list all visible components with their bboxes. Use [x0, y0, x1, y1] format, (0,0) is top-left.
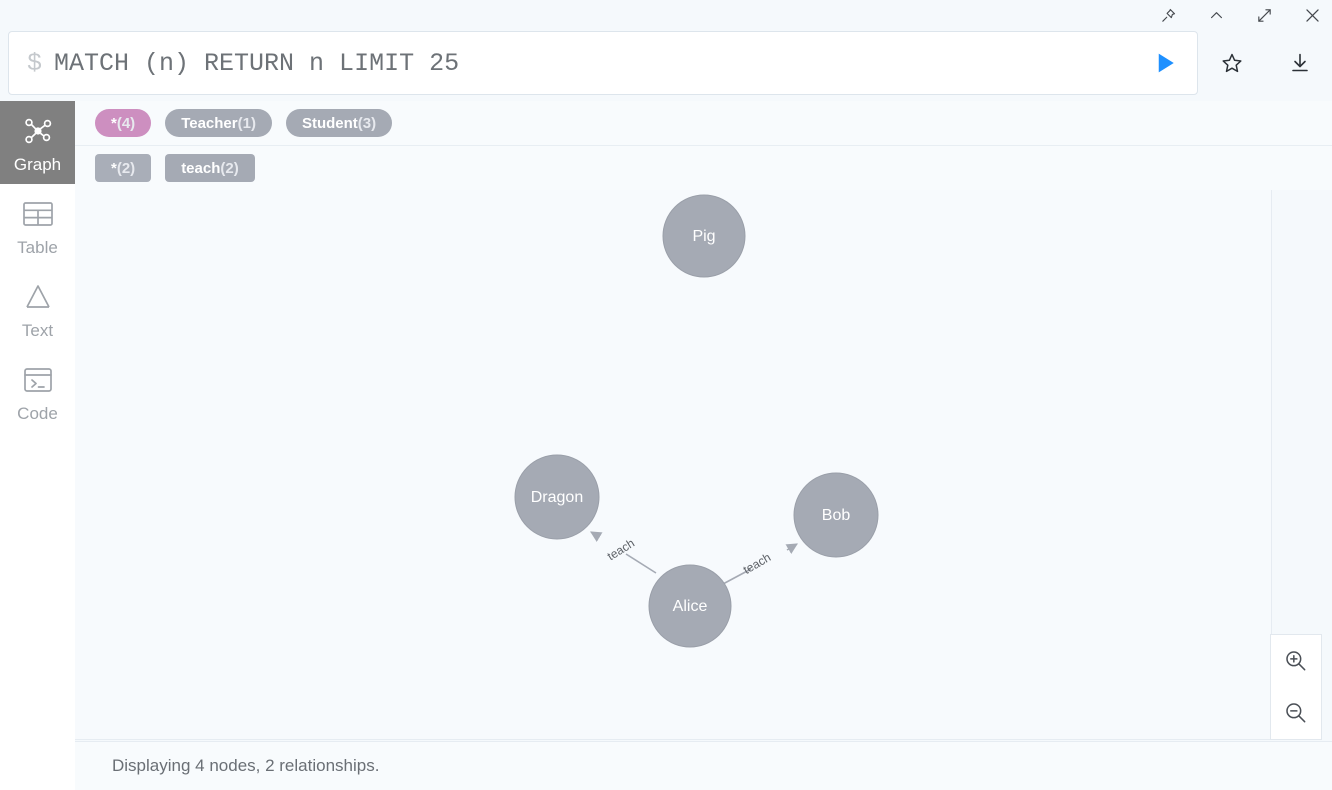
query-prompt: $: [27, 48, 43, 78]
zoom-in-icon[interactable]: [1271, 635, 1321, 687]
chip-count: (2): [116, 159, 136, 177]
sidebar-item-graph[interactable]: Graph: [0, 101, 75, 184]
chip-node-student[interactable]: Student (3): [285, 109, 393, 137]
code-icon: [21, 361, 55, 399]
chip-label: teach: [181, 159, 221, 177]
edge-label: teach: [605, 536, 637, 563]
view-sidebar: Graph Table Text Code: [0, 101, 75, 790]
status-bar: Displaying 4 nodes, 2 relationships.: [75, 741, 1332, 790]
edge-alice-dragon[interactable]: teach: [590, 531, 657, 574]
chevron-up-icon[interactable]: [1204, 3, 1228, 27]
chip-count: (2): [220, 159, 239, 177]
chip-count: (1): [237, 114, 256, 132]
graph-node-alice[interactable]: Alice: [648, 564, 732, 648]
node-label-chip-row: * (4) Teacher (1) Student (3): [75, 101, 1332, 145]
window-controls: [1156, 0, 1324, 30]
chip-rel-teach[interactable]: teach (2): [165, 154, 255, 182]
zoom-out-icon[interactable]: [1271, 687, 1321, 739]
zoom-controls: [1270, 634, 1322, 740]
sidebar-item-text[interactable]: Text: [0, 267, 75, 350]
graph-icon: [20, 112, 56, 150]
sidebar-item-label: Table: [17, 238, 58, 257]
chip-label: Teacher: [181, 114, 238, 132]
chip-rel-all[interactable]: * (2): [95, 154, 152, 182]
graph-canvas[interactable]: teach teach Pig Dragon Bob Alice: [75, 190, 1272, 740]
sidebar-item-label: Graph: [13, 155, 62, 174]
sidebar-item-label: Code: [17, 404, 58, 423]
download-icon[interactable]: [1266, 31, 1332, 95]
query-bar[interactable]: $ MATCH (n) RETURN n LIMIT 25: [8, 31, 1198, 95]
edge-label: teach: [741, 550, 773, 577]
table-icon: [21, 195, 55, 233]
pin-icon[interactable]: [1156, 3, 1180, 27]
run-query-button[interactable]: [1133, 32, 1197, 94]
graph-node-dragon[interactable]: Dragon: [514, 454, 600, 540]
chip-node-all[interactable]: * (4): [95, 109, 152, 137]
legend-panel: * (4) Teacher (1) Student (3) * (2) teach (2): [75, 101, 1332, 190]
text-icon: [21, 278, 55, 316]
graph-svg: teach teach Pig Dragon Bob Alice: [514, 194, 879, 648]
chip-label: Student: [301, 114, 358, 132]
expand-icon[interactable]: [1252, 3, 1276, 27]
chip-count: (3): [357, 114, 377, 132]
edge-alice-bob[interactable]: teach: [722, 543, 798, 585]
query-result-window: $ MATCH (n) RETURN n LIMIT 25 Graph Tabl…: [0, 0, 1332, 790]
chip-count: (4): [116, 114, 136, 132]
status-text: Displaying 4 nodes, 2 relationships.: [112, 756, 380, 775]
title-bar: [0, 0, 1332, 30]
relationship-chip-row: * (2) teach (2): [75, 145, 1332, 190]
query-input[interactable]: MATCH (n) RETURN n LIMIT 25: [54, 51, 1133, 76]
chip-node-teacher[interactable]: Teacher (1): [165, 109, 272, 137]
query-actions: [1198, 31, 1332, 95]
sidebar-item-code[interactable]: Code: [0, 350, 75, 433]
favorite-star-icon[interactable]: [1198, 31, 1266, 95]
sidebar-item-table[interactable]: Table: [0, 184, 75, 267]
graph-node-bob[interactable]: Bob: [793, 472, 879, 558]
graph-node-pig[interactable]: Pig: [662, 194, 746, 278]
close-icon[interactable]: [1300, 3, 1324, 27]
sidebar-item-label: Text: [21, 321, 54, 340]
